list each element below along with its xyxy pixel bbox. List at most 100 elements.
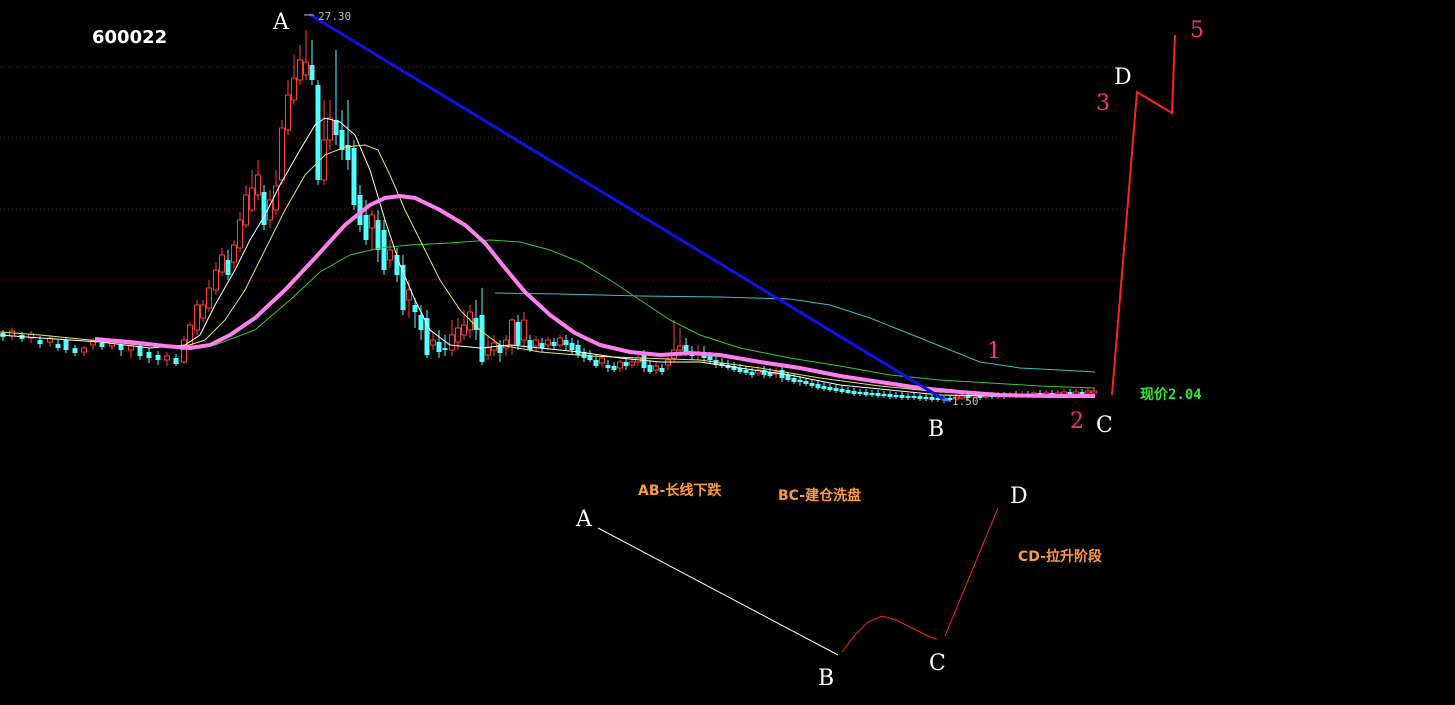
- candle-body: [297, 59, 303, 81]
- candle-body: [845, 390, 851, 393]
- wave-label-3: 3: [1096, 91, 1110, 116]
- point-c-label: C: [1096, 413, 1113, 438]
- grid: [0, 66, 1125, 281]
- point-d-label: D: [1114, 65, 1132, 90]
- candle-body: [394, 255, 400, 275]
- candle-body: [1067, 392, 1073, 394]
- candle-body: [809, 383, 815, 386]
- low-price-label: 1.50: [952, 395, 979, 408]
- candle-body: [923, 397, 929, 399]
- point-b-label: B: [928, 417, 944, 442]
- candle-body: [629, 361, 635, 366]
- candle-body: [791, 378, 797, 382]
- point-a-label: A: [272, 10, 290, 35]
- candle-body: [442, 348, 448, 350]
- candle-body: [406, 289, 412, 301]
- wave-label-5: 5: [1190, 18, 1204, 43]
- candle-body: [917, 396, 923, 399]
- candle-body: [647, 365, 653, 372]
- schematic-ab-line: [597, 527, 839, 656]
- candle-body: [118, 345, 124, 350]
- candle-body: [363, 215, 369, 240]
- candle-body: [575, 345, 581, 355]
- candle-body: [803, 381, 809, 384]
- candle-body: [418, 315, 424, 330]
- candle-body: [37, 340, 43, 344]
- schematic-cd-line: [944, 507, 999, 637]
- candle-body: [81, 347, 87, 353]
- candle-body: [533, 339, 539, 347]
- candle-body: [63, 340, 69, 350]
- candle-body: [509, 319, 515, 346]
- candle-body: [743, 370, 749, 373]
- candle-body: [455, 327, 461, 343]
- candle-body: [875, 393, 881, 396]
- candle-body: [351, 148, 357, 205]
- candle-body: [827, 387, 833, 390]
- current-price-label: 现价2.04: [1140, 387, 1202, 403]
- candle-body: [521, 319, 527, 341]
- candle-body: [707, 356, 713, 360]
- ma-teal-line: [494, 292, 1096, 373]
- candle-body: [551, 342, 557, 346]
- candle-body: [899, 395, 905, 398]
- candle-body: [527, 340, 533, 350]
- candle-body: [641, 355, 647, 368]
- candle-body: [539, 343, 545, 348]
- candle-body: [327, 117, 333, 141]
- candle-body: [467, 311, 473, 331]
- candle-body: [461, 324, 467, 336]
- candle-body: [545, 339, 551, 346]
- candle-body: [929, 397, 935, 400]
- candle-body: [430, 339, 436, 346]
- candle-body: [863, 392, 869, 395]
- stock-code: 600022: [92, 27, 167, 48]
- candle-body: [255, 174, 261, 196]
- wave-label-1: 1: [987, 339, 1001, 364]
- candle-body: [219, 254, 225, 273]
- candle-body: [911, 396, 917, 398]
- candle-body: [851, 391, 857, 394]
- candle-body: [225, 260, 231, 275]
- schematic-bc-line: [841, 615, 938, 653]
- stock-chart: 27.30 1.50 600022 A B C D 1 2 3 5 现价2.04…: [0, 10, 1204, 691]
- candle-body: [623, 362, 629, 366]
- candle-body: [291, 77, 297, 101]
- candle-body: [449, 334, 455, 351]
- candle-body: [479, 315, 485, 362]
- wave-label-2: 2: [1070, 409, 1084, 434]
- candle-body: [181, 339, 187, 363]
- candle-body: [653, 365, 659, 371]
- schematic-c-label: C: [929, 651, 946, 676]
- candle-body: [1073, 391, 1079, 395]
- candle-body: [1079, 392, 1085, 394]
- candle-body: [563, 340, 569, 345]
- candle-body: [387, 249, 393, 261]
- candle-body: [231, 244, 237, 263]
- high-price-label: 27.30: [318, 10, 351, 23]
- candle-body: [72, 348, 78, 353]
- candle-body: [436, 342, 442, 352]
- candle-body: [839, 389, 845, 392]
- candle-body: [412, 305, 418, 312]
- ab-trend-line: [308, 12, 949, 404]
- candle-body: [309, 65, 315, 80]
- candle-body: [321, 139, 327, 181]
- schematic-a-label: A: [575, 507, 593, 532]
- candle-body: [599, 357, 605, 364]
- candle-body: [569, 343, 575, 350]
- candle-body: [1085, 390, 1091, 394]
- candle-body: [815, 384, 821, 388]
- candle-body: [279, 127, 285, 181]
- candle-body: [99, 343, 105, 347]
- candle-body: [887, 394, 893, 397]
- candle-body: [659, 368, 665, 372]
- candle-body: [593, 360, 599, 366]
- annotation-cd: CD-拉升阶段: [1018, 548, 1102, 565]
- candle-body: [683, 345, 689, 352]
- candle-body: [515, 322, 521, 345]
- candle-body: [369, 214, 375, 229]
- candle-body: [605, 365, 611, 368]
- candle-body: [206, 287, 212, 309]
- candle-body: [285, 94, 291, 131]
